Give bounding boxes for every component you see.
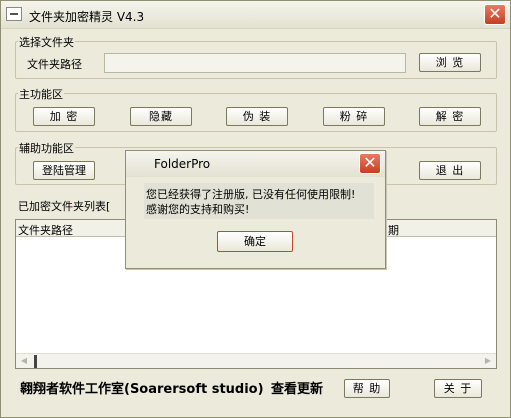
login-manage-button[interactable]: 登陆管理 — [33, 161, 95, 180]
dialog-message-line1: 您已经获得了注册版, 已没有任何使用限制! — [146, 188, 356, 201]
dialog-title-bar[interactable]: FolderPro ✕ — [126, 151, 385, 177]
hide-button[interactable]: 隐藏 — [130, 107, 192, 126]
folder-path-input[interactable] — [104, 53, 406, 73]
shred-button[interactable]: 粉 碎 — [323, 107, 385, 126]
dialog-title: FolderPro — [154, 157, 211, 171]
column-header-folder-path[interactable]: 文件夹路径 — [18, 222, 73, 238]
folder-path-label: 文件夹路径 — [27, 58, 82, 71]
check-update-link[interactable]: 查看更新 — [271, 378, 323, 397]
system-menu-icon[interactable] — [6, 7, 22, 21]
encrypted-list-label: 已加密文件夹列表[ — [18, 200, 111, 213]
aux-function-group-label: 辅助功能区 — [18, 140, 75, 156]
column-header-date[interactable]: 期 — [388, 222, 399, 238]
about-button[interactable]: 关 于 — [434, 379, 482, 398]
scroll-thumb[interactable] — [34, 355, 37, 368]
title-bar[interactable]: 文件夹加密精灵 V4.3 ✕ — [1, 1, 510, 29]
main-function-group-label: 主功能区 — [18, 86, 64, 102]
horizontal-scrollbar[interactable]: ◀ ▶ — [16, 353, 496, 368]
help-button[interactable]: 帮 助 — [344, 379, 390, 398]
window-title: 文件夹加密精灵 V4.3 — [29, 10, 145, 24]
arrow-right-icon[interactable]: ▶ — [481, 355, 495, 368]
close-icon[interactable]: ✕ — [359, 153, 381, 174]
browse-button[interactable]: 浏 览 — [419, 53, 481, 72]
studio-label: 翱翔者软件工作室(Soarersoft studio) — [20, 382, 264, 397]
decrypt-button[interactable]: 解 密 — [419, 107, 481, 126]
exit-button[interactable]: 退 出 — [419, 161, 481, 180]
disguise-button[interactable]: 伪 装 — [226, 107, 288, 126]
dialog-message-area: 您已经获得了注册版, 已没有任何使用限制! 感谢您的支持和购买! — [144, 183, 374, 219]
select-folder-group-label: 选择文件夹 — [18, 34, 75, 50]
dialog-message-line2: 感谢您的支持和购买! — [146, 203, 250, 216]
ok-button[interactable]: 确定 — [217, 231, 293, 252]
arrow-left-icon[interactable]: ◀ — [17, 355, 31, 368]
close-icon[interactable]: ✕ — [484, 4, 506, 25]
encrypt-button[interactable]: 加 密 — [33, 107, 95, 126]
registration-dialog: FolderPro ✕ 您已经获得了注册版, 已没有任何使用限制! 感谢您的支持… — [125, 150, 386, 269]
